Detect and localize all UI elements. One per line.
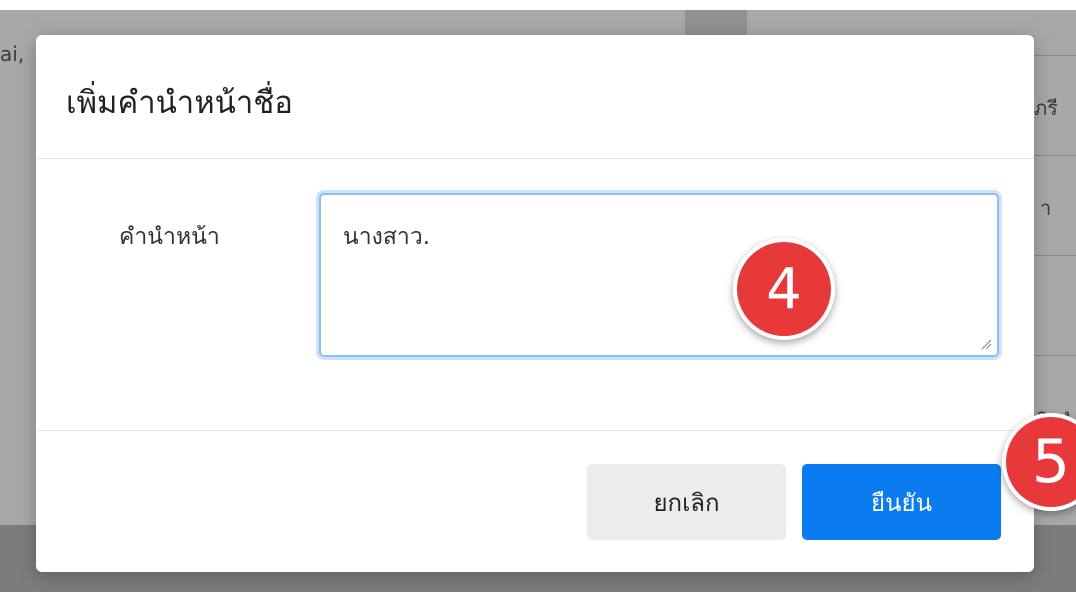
prefix-textarea-value: นางสาว. xyxy=(343,224,431,250)
confirm-button[interactable]: ยืนยัน xyxy=(802,464,1001,540)
background-top-strip xyxy=(0,0,1076,10)
add-prefix-dialog: เพิ่มคำนำหน้าชื่อ คำนำหน้า นางสาว. ยกเลิ… xyxy=(36,35,1034,572)
step-4-badge: 4 xyxy=(733,238,835,340)
prefix-label: คำนำหน้า xyxy=(119,224,220,250)
resize-grip-icon[interactable] xyxy=(980,338,992,350)
dialog-header: เพิ่มคำนำหน้าชื่อ xyxy=(36,35,1034,159)
cancel-button[interactable]: ยกเลิก xyxy=(587,464,786,540)
prefix-textarea[interactable]: นางสาว. xyxy=(319,193,999,357)
dialog-footer: ยกเลิก ยืนยัน xyxy=(36,431,1034,572)
dialog-body: คำนำหน้า นางสาว. xyxy=(36,159,1034,431)
dialog-title: เพิ่มคำนำหน้าชื่อ xyxy=(66,85,293,121)
